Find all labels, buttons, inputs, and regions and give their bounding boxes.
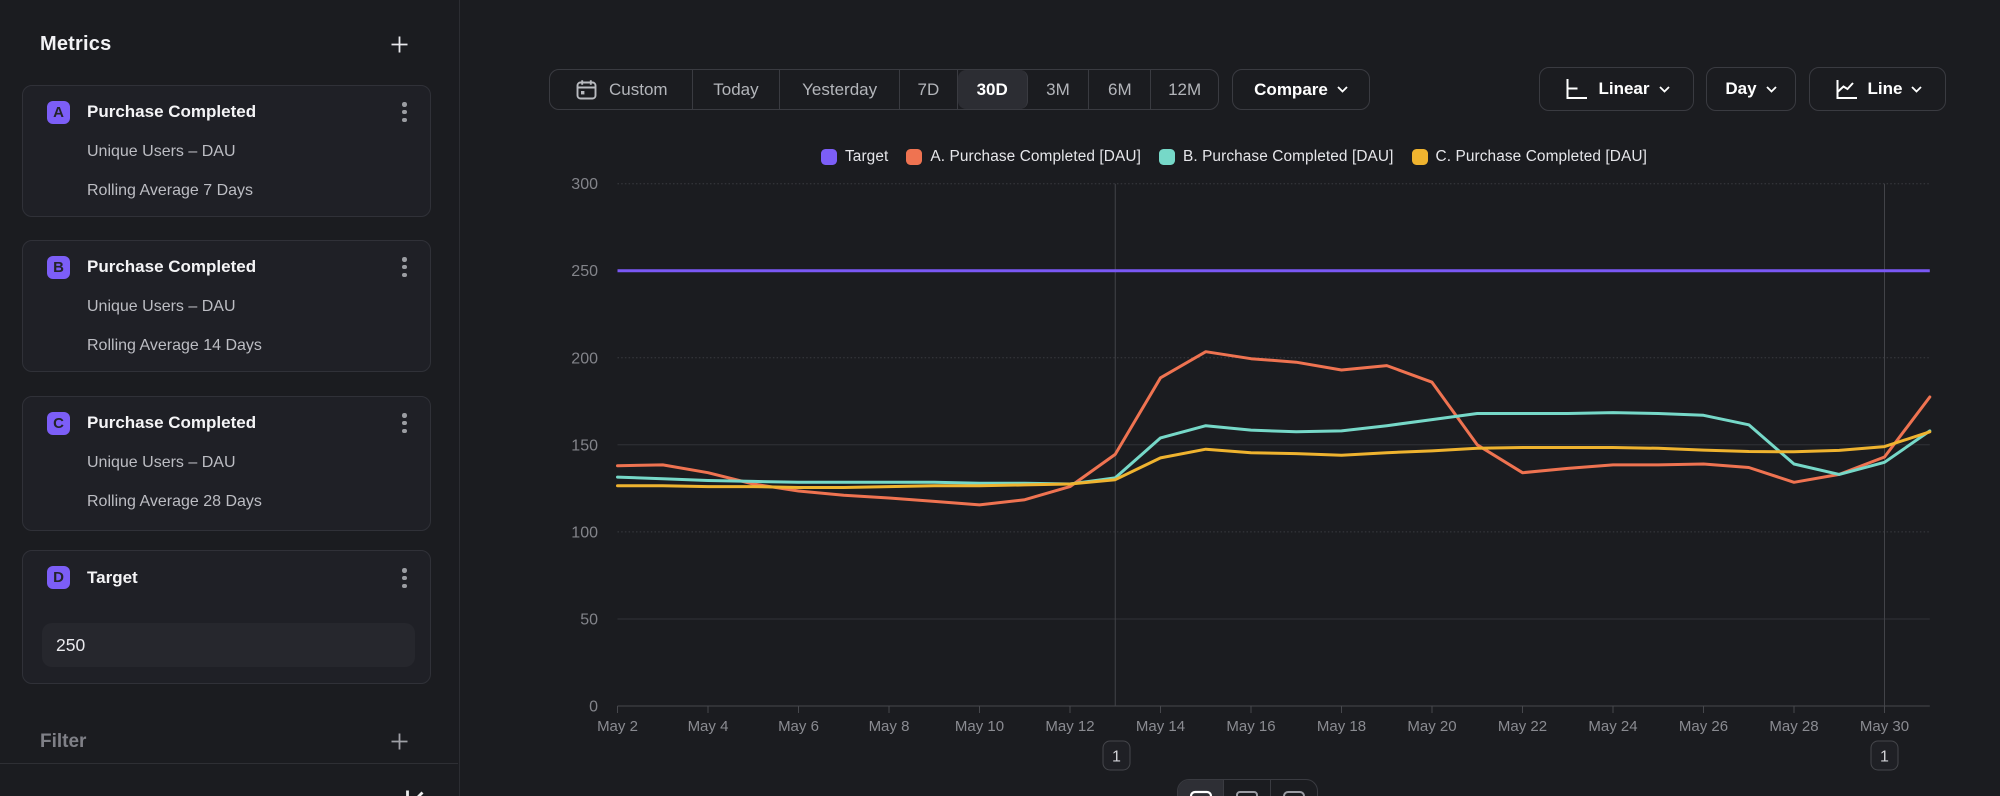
- svg-text:May 6: May 6: [778, 718, 819, 735]
- svg-text:200: 200: [571, 350, 598, 367]
- svg-text:300: 300: [571, 176, 598, 193]
- svg-text:May 30: May 30: [1860, 718, 1909, 735]
- svg-text:250: 250: [571, 263, 598, 280]
- svg-text:May 10: May 10: [955, 718, 1004, 735]
- svg-text:0: 0: [589, 699, 598, 716]
- svg-text:150: 150: [571, 437, 598, 454]
- svg-text:50: 50: [580, 612, 598, 629]
- svg-text:May 2: May 2: [597, 718, 638, 735]
- svg-text:May 8: May 8: [869, 718, 910, 735]
- svg-text:May 26: May 26: [1679, 718, 1728, 735]
- svg-text:May 14: May 14: [1136, 718, 1185, 735]
- svg-text:May 28: May 28: [1769, 718, 1818, 735]
- svg-text:May 22: May 22: [1498, 718, 1547, 735]
- svg-text:May 20: May 20: [1407, 718, 1456, 735]
- svg-text:May 18: May 18: [1317, 718, 1366, 735]
- svg-text:May 12: May 12: [1045, 718, 1094, 735]
- svg-text:100: 100: [571, 524, 598, 541]
- svg-text:May 16: May 16: [1226, 718, 1275, 735]
- svg-text:1: 1: [1880, 749, 1889, 766]
- svg-text:1: 1: [1112, 749, 1121, 766]
- svg-text:May 4: May 4: [688, 718, 729, 735]
- svg-text:May 24: May 24: [1588, 718, 1637, 735]
